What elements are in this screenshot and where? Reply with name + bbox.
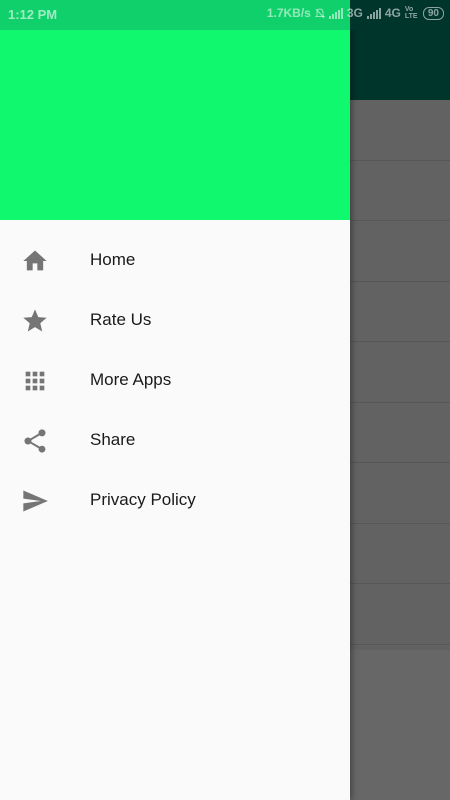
menu-item-share[interactable]: Share	[0, 410, 350, 470]
home-icon	[23, 250, 47, 271]
menu-item-label: Privacy Policy	[90, 490, 196, 509]
menu-item-label: Share	[90, 430, 136, 449]
star-icon	[23, 309, 47, 332]
send-icon	[23, 490, 48, 512]
signal-icon-2	[366, 7, 381, 19]
volte-indicator: Vo LTE	[404, 6, 418, 20]
menu-item-rate-us[interactable]: Rate Us	[0, 290, 350, 350]
menu-item-label: More Apps	[90, 370, 172, 389]
menu-item-privacy-policy[interactable]: Privacy Policy	[0, 470, 350, 530]
menu-item-home[interactable]: Home	[0, 230, 350, 290]
menu-item-label: Rate Us	[90, 310, 152, 329]
network-type-1: 3G	[346, 6, 363, 20]
status-time: 1:12 PM	[8, 7, 58, 22]
network-speed: 1.7KB/s	[266, 6, 311, 20]
battery-indicator: 90	[422, 6, 444, 20]
menu-item-more-apps[interactable]: More Apps	[0, 350, 350, 410]
share-icon	[24, 429, 46, 453]
network-type-2: 4G	[384, 6, 401, 20]
drawer-header	[0, 30, 350, 220]
apps-grid-icon	[25, 371, 45, 391]
signal-icon	[328, 7, 343, 19]
menu-item-label: Home	[90, 250, 136, 269]
navigation-drawer: Home Rate Us More Apps Share Privacy Pol…	[0, 0, 350, 800]
muted-bell-icon	[314, 7, 325, 18]
status-bar: 1:12 PM 1.7KB/s 3G 4G Vo LTE 90	[0, 0, 450, 30]
drawer-menu: Home Rate Us More Apps Share Privacy Pol…	[0, 230, 350, 530]
status-icons: 1.7KB/s 3G 4G Vo LTE 90	[267, 6, 444, 20]
